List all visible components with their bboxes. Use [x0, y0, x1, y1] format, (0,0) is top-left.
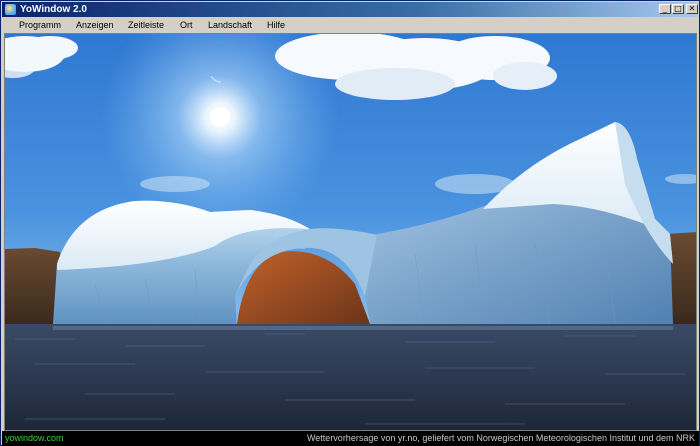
menu-hilfe[interactable]: Hilfe	[267, 19, 285, 31]
minimize-button[interactable]: _	[659, 4, 671, 14]
menu-landschaft[interactable]: Landschaft	[208, 19, 252, 31]
app-window: YoWindow 2.0 _ □ ✕ Programm Anzeigen Zei…	[0, 0, 700, 446]
forecast-attribution[interactable]: Wettervorhersage von yr.no, geliefert vo…	[307, 432, 695, 445]
menu-ort[interactable]: Ort	[180, 19, 193, 31]
close-button[interactable]: ✕	[686, 4, 698, 14]
menu-anzeigen[interactable]: Anzeigen	[76, 19, 114, 31]
iceberg-reflection	[53, 326, 673, 330]
status-bar: yowindow.com Wettervorhersage von yr.no,…	[2, 431, 699, 446]
yowindow-app-icon	[5, 4, 16, 15]
menu-zeitleiste[interactable]: Zeitleiste	[128, 19, 164, 31]
website-link[interactable]: yowindow.com	[5, 432, 64, 445]
window-title: YoWindow 2.0	[20, 4, 87, 15]
menu-bar: Programm Anzeigen Zeitleiste Ort Landsch…	[2, 17, 698, 33]
sun-icon	[210, 107, 230, 127]
weather-landscape-view[interactable]	[4, 33, 697, 431]
maximize-button[interactable]: □	[672, 4, 684, 14]
title-bar[interactable]: YoWindow 2.0 _ □ ✕	[2, 2, 698, 17]
sea	[5, 324, 696, 430]
landscape-illustration	[5, 34, 696, 430]
menu-programm[interactable]: Programm	[19, 19, 61, 31]
